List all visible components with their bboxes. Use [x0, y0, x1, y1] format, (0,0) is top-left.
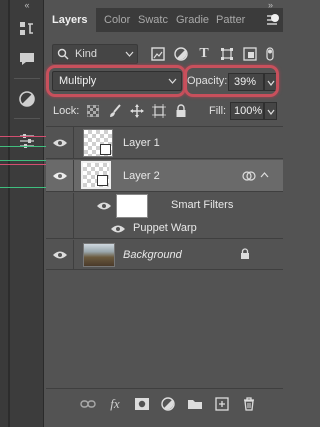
visibility-spacer: [46, 219, 74, 238]
eye-icon[interactable]: [110, 224, 126, 234]
lock-all-icon[interactable]: [174, 104, 188, 118]
collapse-panel-icon[interactable]: »: [268, 0, 273, 10]
smart-object-badge-icon: [97, 175, 108, 186]
smart-filters-row[interactable]: Smart Filters: [46, 193, 283, 219]
panel-icon-column: «: [10, 0, 44, 427]
fill-slider-toggle[interactable]: [264, 102, 277, 120]
tab-swatches[interactable]: Swatc: [132, 8, 170, 32]
lock-transparent-icon[interactable]: [86, 104, 100, 118]
eye-icon: [52, 251, 67, 258]
fill-label: Fill:: [209, 105, 227, 117]
properties-sliders-icon[interactable]: [16, 130, 38, 152]
eye-icon: [52, 172, 67, 179]
eye-icon: [52, 139, 67, 146]
blend-mode-highlight: [46, 65, 186, 97]
background-thumbnail[interactable]: [83, 243, 115, 267]
tool-separator: [14, 118, 40, 119]
layer-row-layer-1[interactable]: Layer 1: [46, 127, 283, 159]
visibility-toggle[interactable]: [46, 240, 74, 269]
visibility-spacer: [46, 193, 74, 219]
layer-thumbnail[interactable]: [81, 161, 111, 189]
layer-row-background[interactable]: Background: [46, 240, 283, 270]
lock-icon: [241, 248, 249, 259]
panel-dot-icon: [271, 14, 279, 22]
lock-pixels-brush-icon[interactable]: [108, 104, 122, 118]
layer-thumbnail[interactable]: [83, 129, 113, 157]
tool-separator: [14, 78, 40, 79]
filter-name[interactable]: Puppet Warp: [133, 222, 197, 234]
filter-pixel-icon[interactable]: [150, 46, 166, 62]
new-adjustment-layer-icon[interactable]: [160, 396, 176, 412]
comments-icon[interactable]: [16, 48, 38, 70]
new-group-folder-icon[interactable]: [187, 396, 203, 412]
guide-line: [0, 164, 46, 165]
filter-kind-select[interactable]: Kind: [52, 44, 138, 64]
lock-position-move-icon[interactable]: [130, 104, 144, 118]
smart-filter-mask-thumbnail[interactable]: [116, 194, 148, 218]
lock-label: Lock:: [53, 105, 80, 117]
guide-line: [0, 187, 46, 188]
search-icon: [57, 48, 69, 60]
filter-type-icon[interactable]: T: [196, 46, 212, 62]
adjustments-icon[interactable]: [16, 88, 38, 110]
layer-style-fx-icon[interactable]: fx: [107, 396, 123, 412]
tab-color[interactable]: Color: [98, 8, 132, 32]
delete-layer-trash-icon[interactable]: [241, 396, 257, 412]
panel-separator: [46, 388, 283, 389]
fill-input[interactable]: 100%: [230, 102, 264, 120]
link-layers-icon[interactable]: [80, 396, 96, 412]
lock-artboard-icon[interactable]: [152, 104, 166, 118]
chevron-down-icon: [125, 51, 134, 57]
chevron-down-icon: [267, 109, 275, 115]
filter-toggle-icon[interactable]: [262, 46, 278, 62]
guide-line: [0, 136, 46, 137]
add-mask-icon[interactable]: [134, 396, 150, 412]
panel-tab-bar: Layers Color Swatc Gradie Patter: [46, 8, 283, 32]
history-icon[interactable]: [16, 18, 38, 40]
filter-shape-icon[interactable]: [219, 46, 235, 62]
tab-patterns[interactable]: Patter: [210, 8, 250, 32]
guide-line: [0, 146, 46, 147]
layer-name[interactable]: Layer 1: [123, 137, 160, 149]
visibility-toggle[interactable]: [46, 160, 74, 191]
guide-line: [0, 160, 46, 161]
chevron-up-icon[interactable]: [260, 172, 269, 178]
filter-row-puppet-warp[interactable]: Puppet Warp: [46, 219, 283, 239]
visibility-toggle[interactable]: [46, 127, 74, 158]
filter-smartobject-icon[interactable]: [242, 46, 258, 62]
tab-gradients[interactable]: Gradie: [170, 8, 210, 32]
eye-icon[interactable]: [96, 201, 112, 211]
layer-name[interactable]: Layer 2: [123, 170, 160, 182]
filter-kind-label: Kind: [75, 48, 98, 60]
smart-filters-label: Smart Filters: [171, 199, 234, 211]
fill-value: 100%: [234, 105, 263, 117]
tab-layers[interactable]: Layers: [46, 8, 96, 32]
smart-object-badge-icon: [100, 144, 111, 155]
smart-filter-effects-icon[interactable]: [242, 169, 256, 183]
layer-row-layer-2[interactable]: Layer 2: [46, 160, 283, 192]
new-layer-icon[interactable]: [214, 396, 230, 412]
opacity-highlight: [184, 65, 279, 97]
collapse-arrows-icon[interactable]: «: [10, 0, 44, 10]
layer-name[interactable]: Background: [123, 249, 182, 261]
filter-adjustment-icon[interactable]: [173, 46, 189, 62]
workspace-edge: [0, 0, 8, 427]
